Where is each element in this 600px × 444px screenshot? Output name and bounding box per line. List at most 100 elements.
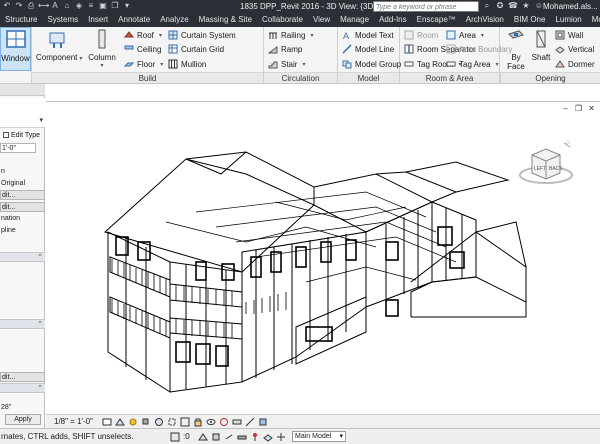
view-scale[interactable]: 1/8" = 1'-0": [54, 417, 93, 426]
tag-area-button[interactable]: Tag Area: [446, 58, 499, 70]
edit-button-2[interactable]: dit...: [0, 202, 45, 212]
tab-systems[interactable]: Systems: [42, 13, 83, 27]
tab-structure[interactable]: Structure: [0, 13, 42, 27]
tab-lumion[interactable]: Lumion: [550, 13, 586, 27]
3d-viewport[interactable]: – ❐ ✕ LEFT BACK ⌂: [46, 101, 600, 412]
type-selector-dropdown-icon[interactable]: ▾: [39, 116, 43, 126]
tab-annotate[interactable]: Annotate: [113, 13, 155, 27]
analytical-model-icon[interactable]: [245, 417, 255, 427]
visual-style-icon[interactable]: [115, 417, 125, 427]
tab-manage[interactable]: Manage: [335, 13, 374, 27]
section-header-3[interactable]: ⌃: [0, 383, 45, 393]
temporary-hide-icon[interactable]: [206, 417, 216, 427]
section-header-2[interactable]: ⌃: [0, 319, 45, 329]
redo-icon[interactable]: ↷: [14, 1, 24, 11]
collapse-icon-2[interactable]: ⌃: [37, 320, 43, 328]
sun-path-icon[interactable]: [128, 417, 138, 427]
undo-icon[interactable]: ↶: [2, 1, 12, 11]
search-input[interactable]: [374, 3, 478, 12]
shadows-icon[interactable]: [141, 417, 151, 427]
worksets-icon[interactable]: [170, 432, 180, 442]
panel-build: Component Column ▾ Roof Ceiling Floor Cu…: [32, 27, 264, 84]
close-hidden-icon[interactable]: ▣: [98, 1, 108, 11]
view-scale-field[interactable]: 1'-0": [0, 143, 36, 153]
section-header-1[interactable]: ⌃: [0, 252, 45, 262]
component-button[interactable]: Component: [36, 29, 80, 62]
search-icon[interactable]: ⌕: [482, 1, 492, 11]
wall-opening-button[interactable]: Wall: [555, 29, 583, 41]
type-selector[interactable]: ▾: [0, 98, 45, 128]
show-crop-icon[interactable]: [180, 417, 190, 427]
curtain-grid-button[interactable]: Curtain Grid: [168, 43, 224, 55]
measure-icon[interactable]: ⟷: [38, 1, 49, 11]
user-name[interactable]: Mohamed.als...: [543, 1, 598, 12]
crop-view-icon[interactable]: [167, 417, 177, 427]
subscription-icon[interactable]: ✪: [495, 1, 505, 11]
section-icon[interactable]: ◈: [74, 1, 84, 11]
curtain-system-button[interactable]: Curtain System: [168, 29, 236, 41]
shaft-button[interactable]: Shaft: [530, 29, 552, 62]
rendering-icon[interactable]: [154, 417, 164, 427]
tab-enscape[interactable]: Enscape™: [412, 13, 461, 27]
railing-button[interactable]: Railing: [268, 29, 313, 41]
tab-modify[interactable]: Modify: [587, 13, 600, 27]
collapse-icon[interactable]: ⌃: [37, 253, 43, 261]
communication-icon[interactable]: ☎: [508, 1, 518, 11]
area-button[interactable]: Area: [446, 29, 484, 41]
collapse-icon-3[interactable]: ⌃: [37, 384, 43, 392]
print-icon[interactable]: ⎙: [26, 1, 36, 11]
edit-type-button[interactable]: Edit Type: [0, 131, 45, 141]
room-area-panel-title[interactable]: Room & Area: [400, 72, 499, 83]
floor-button[interactable]: Floor: [124, 58, 163, 70]
design-options-icon[interactable]: [198, 432, 208, 442]
vertical-opening-button[interactable]: Vertical: [555, 43, 594, 55]
select-links-icon[interactable]: [224, 432, 234, 442]
tab-collaborate[interactable]: Collaborate: [257, 13, 308, 27]
detail-level-icon[interactable]: [102, 417, 112, 427]
3d-view-icon[interactable]: ⌂: [62, 1, 72, 11]
edit-button-3[interactable]: dit...: [0, 372, 45, 382]
edit-button-1[interactable]: dit...: [0, 190, 45, 200]
lock-view-icon[interactable]: [193, 417, 203, 427]
reveal-hidden-icon[interactable]: [219, 417, 229, 427]
text-icon[interactable]: A: [50, 1, 60, 11]
model-line-button[interactable]: Model Line: [342, 43, 394, 55]
worksharing-icon[interactable]: [232, 417, 242, 427]
ceiling-button[interactable]: Ceiling: [124, 43, 161, 55]
switch-windows-icon[interactable]: ❐: [110, 1, 120, 11]
select-underlay-icon[interactable]: [237, 432, 247, 442]
editable-only-icon[interactable]: [211, 432, 221, 442]
drag-elements-icon[interactable]: [276, 432, 286, 442]
tab-bim-one[interactable]: BIM One: [509, 13, 551, 27]
roof-button[interactable]: Roof: [124, 29, 162, 41]
build-panel-title[interactable]: Build: [32, 72, 263, 83]
column-button[interactable]: Column ▾: [85, 29, 119, 69]
ceiling-label: Ceiling: [137, 44, 162, 54]
tab-add-ins[interactable]: Add-Ins: [374, 13, 412, 27]
highlight-displacement-icon[interactable]: [258, 417, 268, 427]
edit-type-label: Edit Type: [11, 132, 41, 139]
by-face-label-1: By: [511, 53, 521, 62]
favorites-icon[interactable]: ★: [521, 1, 531, 11]
design-option-select[interactable]: Main Model: [292, 431, 346, 442]
tab-massing-site[interactable]: Massing & Site: [194, 13, 257, 27]
window-button[interactable]: Window: [0, 27, 31, 71]
select-by-face-icon[interactable]: [263, 432, 273, 442]
tab-archvision[interactable]: ArchVision: [461, 13, 509, 27]
tab-analyze[interactable]: Analyze: [155, 13, 193, 27]
by-face-button[interactable]: By Face: [504, 29, 528, 71]
model-text-button[interactable]: A Model Text: [342, 29, 394, 41]
thin-lines-icon[interactable]: ≡: [86, 1, 96, 11]
search-box[interactable]: [373, 1, 479, 12]
tab-view[interactable]: View: [308, 13, 335, 27]
stair-button[interactable]: Stair: [268, 58, 305, 70]
select-pinned-icon[interactable]: [250, 432, 260, 442]
ramp-button[interactable]: Ramp: [268, 43, 302, 55]
room-button[interactable]: Room: [404, 29, 438, 41]
mullion-button[interactable]: Mullion: [168, 58, 206, 70]
apply-button[interactable]: Apply: [5, 414, 41, 425]
tab-insert[interactable]: Insert: [83, 13, 113, 27]
dormer-button[interactable]: Dormer: [555, 58, 595, 70]
column-dropdown-icon[interactable]: ▾: [85, 62, 119, 69]
dropdown-icon[interactable]: ▾: [122, 1, 132, 11]
